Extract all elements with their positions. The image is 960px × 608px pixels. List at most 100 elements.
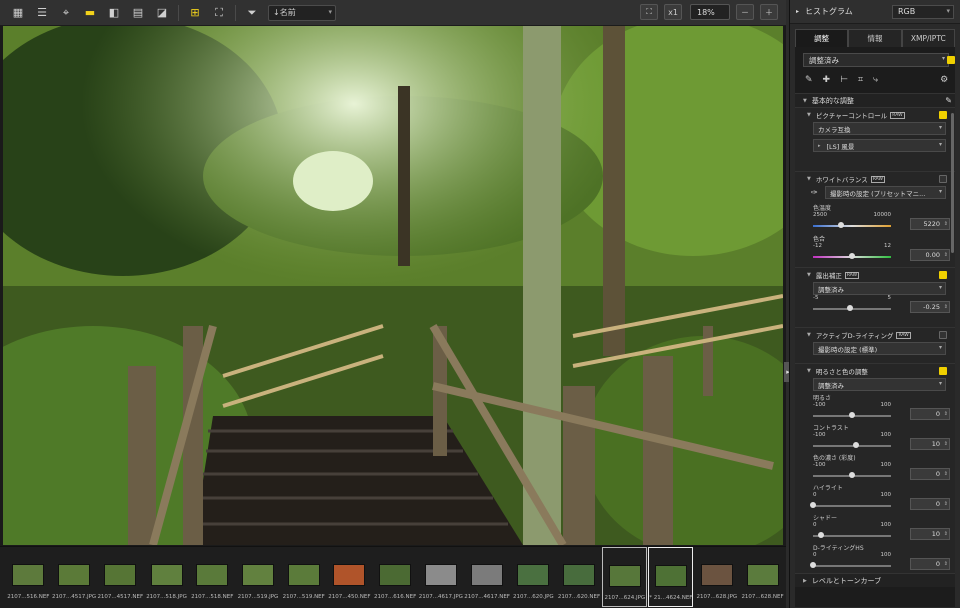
picture-control-header[interactable]: ▼ ピクチャーコントロール RAW [795, 108, 955, 122]
brightness-color-select[interactable]: 調整済み ▾ [813, 378, 946, 391]
filmstrip-thumbnail[interactable]: 2107...628.JPG [694, 547, 739, 607]
histogram-header[interactable]: ▸ ヒストグラム RGB ▾ [790, 0, 960, 24]
slider-knob[interactable] [817, 532, 824, 538]
fit-to-window-button[interactable]: ⛶ [640, 4, 658, 20]
filmstrip-thumbnail[interactable]: 2107...518.JPG [144, 547, 189, 607]
filmstrip-thumbnail[interactable]: 2107...4517.JPG [52, 547, 97, 607]
filmstrip-thumbnail[interactable]: 2107...4617.NEF [464, 547, 510, 607]
filmstrip-icon[interactable]: ⊞ [186, 4, 204, 22]
adjust-preset-select[interactable]: 調整済み ▾ [803, 53, 949, 67]
tab-xmp[interactable]: XMP/IPTC [901, 29, 955, 47]
slider-value-field[interactable]: 0 ⇕ [910, 498, 950, 510]
slider-value-field[interactable]: 0 ⇕ [910, 558, 950, 570]
adl-header[interactable]: ▼ アクティブD-ライティング RAW [795, 328, 955, 342]
stepper-icon[interactable]: ⇕ [944, 439, 948, 449]
map-view-icon[interactable]: ⌖ [57, 4, 75, 22]
temp-value-field[interactable]: 5220 ⇕ [910, 218, 950, 230]
histogram-channel-select[interactable]: RGB ▾ [892, 4, 954, 19]
white-balance-checkbox[interactable] [939, 175, 947, 183]
filmstrip-thumbnail[interactable]: 2107...620.NEF [557, 547, 602, 607]
stepper-icon[interactable]: ⇕ [944, 219, 948, 229]
filmstrip-thumbnail[interactable]: 2107...450.NEF [327, 547, 372, 607]
preset-checkbox[interactable] [947, 56, 955, 64]
adl-checkbox[interactable] [939, 331, 947, 339]
perspective-icon[interactable]: ⤷ [873, 75, 878, 85]
panel-scrollbar[interactable] [951, 113, 954, 253]
sort-select[interactable]: ↓ 名前 ▾ [268, 4, 336, 21]
slider-value-field[interactable]: 10 ⇕ [910, 438, 950, 450]
slider-track[interactable] [813, 535, 891, 537]
slider-value-field[interactable]: 0 ⇕ [910, 408, 950, 420]
retouch-brush-icon[interactable]: ✎ [805, 75, 813, 85]
slider-knob[interactable] [849, 412, 855, 418]
filmstrip-thumbnail[interactable]: * 21...4624.NEF [648, 547, 694, 607]
exposure-select[interactable]: 調整済み ▾ [813, 282, 946, 295]
picture-control-value-select[interactable]: ▸ [LS] 風景 ▾ [813, 139, 946, 152]
filmstrip-thumbnail[interactable]: 2107...516.NEF [6, 547, 51, 607]
zoom-in-button[interactable]: ＋ [760, 4, 778, 20]
stepper-icon[interactable]: ⇕ [944, 529, 948, 539]
adl-select[interactable]: 撮影時の設定 (標準) ▾ [813, 342, 946, 355]
tab-info[interactable]: 情報 [848, 29, 902, 47]
zoom-level-select[interactable]: 18% [690, 4, 730, 20]
before-after-icon[interactable]: ◪ [153, 4, 171, 22]
filmstrip-thumbnail[interactable]: 2107...628.NEF [740, 547, 785, 607]
slider-knob[interactable] [810, 502, 816, 508]
list-view-icon[interactable]: ☰ [33, 4, 51, 22]
levels-curves-header[interactable]: ▶ レベルとトーンカーブ [795, 573, 955, 587]
filter-icon[interactable]: ⏷ [243, 4, 261, 22]
temp-slider-track[interactable] [813, 225, 891, 227]
tint-slider-knob[interactable] [849, 253, 855, 259]
grid-view-icon[interactable]: ▦ [9, 4, 27, 22]
edit-icon[interactable]: ✎ [945, 96, 952, 105]
zoom-out-button[interactable]: － [736, 4, 754, 20]
white-balance-header[interactable]: ▼ ホワイトバランス RAW [795, 172, 955, 186]
filmstrip-thumbnail[interactable]: 2107...620.JPG [511, 547, 556, 607]
white-balance-select[interactable]: 撮影時の設定 (プリセットマニ... ▾ [825, 186, 946, 199]
filmstrip-thumbnail[interactable]: 2107...4517.NEF [97, 547, 143, 607]
tint-value-field[interactable]: 0.00 ⇕ [910, 249, 950, 261]
gear-icon[interactable]: ⚙ [940, 75, 948, 85]
filmstrip-thumbnail[interactable]: 2107...616.NEF [373, 547, 418, 607]
picture-control-checkbox[interactable] [939, 111, 947, 119]
slider-knob[interactable] [849, 472, 855, 478]
filmstrip-thumbnail[interactable]: 2107...519.NEF [281, 547, 326, 607]
slider-track[interactable] [813, 445, 891, 447]
brightness-color-header[interactable]: ▼ 明るさと色の調整 [795, 364, 955, 378]
temp-slider-knob[interactable] [838, 222, 845, 228]
straighten-icon[interactable]: ⊢ [840, 75, 848, 85]
exposure-checkbox[interactable] [939, 271, 947, 279]
stepper-icon[interactable]: ⇕ [944, 302, 948, 312]
picture-control-mode-select[interactable]: カメラ互換 ▾ [813, 122, 946, 135]
stepper-icon[interactable]: ⇕ [944, 409, 948, 419]
actual-size-button[interactable]: x1 [664, 4, 682, 20]
fullscreen-icon[interactable]: ⛶ [210, 4, 228, 22]
exposure-slider-knob[interactable] [847, 305, 854, 311]
stepper-icon[interactable]: ⇕ [944, 499, 948, 509]
exposure-header[interactable]: ▼ 露出補正 RAW [795, 268, 955, 282]
stepper-icon[interactable]: ⇕ [944, 250, 948, 260]
bandage-icon[interactable]: ✚ [823, 75, 831, 85]
stepper-icon[interactable]: ⇕ [944, 559, 948, 569]
slider-value-field[interactable]: 0 ⇕ [910, 468, 950, 480]
exposure-value-field[interactable]: -0.25 ⇕ [910, 301, 950, 313]
brightness-color-checkbox[interactable] [939, 367, 947, 375]
filmstrip-thumbnail[interactable]: 2107...519.JPG [236, 547, 281, 607]
split-view-icon[interactable]: ▤ [129, 4, 147, 22]
photo-preview[interactable] [3, 26, 783, 545]
single-view-icon[interactable]: ▬ [81, 4, 99, 22]
filmstrip-thumbnail[interactable]: 2107...518.NEF [190, 547, 235, 607]
slider-value-field[interactable]: 10 ⇕ [910, 528, 950, 540]
crop-icon[interactable]: ⌗ [858, 75, 863, 85]
slider-track[interactable] [813, 505, 891, 507]
slider-track[interactable] [813, 565, 891, 567]
stepper-icon[interactable]: ⇕ [944, 469, 948, 479]
basic-adjustments-header[interactable]: ▼ 基本的な調整 ✎ [795, 93, 955, 107]
slider-knob[interactable] [852, 442, 859, 448]
filmstrip-thumbnail[interactable]: 2107...624.JPG [602, 547, 648, 607]
filmstrip-thumbnail[interactable]: 2107...4617.JPG [419, 547, 464, 607]
slider-knob[interactable] [810, 562, 816, 568]
tab-adjust[interactable]: 調整 [795, 29, 849, 47]
compare-view-icon[interactable]: ◧ [105, 4, 123, 22]
eyedropper-icon[interactable]: ✑ [811, 188, 818, 197]
